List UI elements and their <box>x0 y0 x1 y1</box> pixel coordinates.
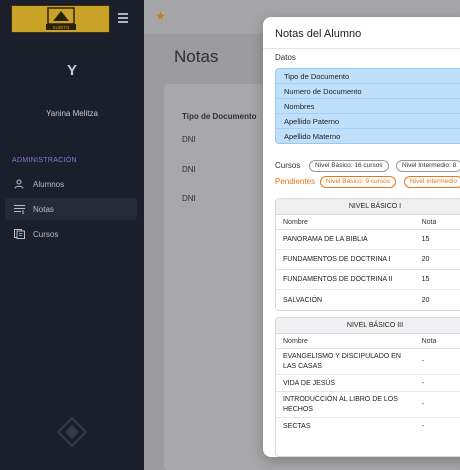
grades-table-nivel-basico-i: NIVEL BÁSICO I Nombre Nota PANORAMA DE L… <box>275 198 460 311</box>
star-icon[interactable]: ★ <box>155 9 166 23</box>
course-grade: - <box>421 357 424 365</box>
cursos-label: Cursos <box>275 161 301 170</box>
logo-emblem-icon: SUBITO <box>45 7 76 30</box>
table-row: PANORAMA DE LA BIBLIA 15 <box>276 230 460 250</box>
table-row: FUNDAMENTOS DE DOCTRINA I 20 <box>276 250 460 270</box>
pendientes-label: Pendientes <box>275 177 316 186</box>
course-name: PANORAMA DE LA BIBLIA <box>283 236 368 243</box>
logo-text: SUBITO <box>52 25 69 30</box>
course-grade: 20 <box>421 256 430 263</box>
sidebar-item-notas[interactable]: Notas <box>5 198 137 220</box>
table-row: FUNDAMENTOS DE DOCTRINA II 15 <box>276 270 460 290</box>
course-grade: 15 <box>421 276 430 283</box>
course-name: FUNDAMENTOS DE DOCTRINA I <box>283 256 391 263</box>
user-avatar-initial: Y <box>66 62 77 79</box>
brand-bar: SUBITO <box>0 0 144 38</box>
sidebar-item-alumnos[interactable]: Alumnos <box>5 173 137 195</box>
table-header-row: Nombre Nota <box>276 215 460 230</box>
course-name: SALVACIÓN <box>283 296 323 304</box>
course-grade: - <box>421 423 424 430</box>
user-icon <box>13 178 25 190</box>
course-name: FUNDAMENTOS DE DOCTRINA II <box>283 276 393 283</box>
course-name: INTRODUCCIÓN AL LIBRO DE LOS HECHOS <box>283 395 398 413</box>
course-grade: 15 <box>421 236 430 243</box>
course-grade: 20 <box>421 296 430 304</box>
page-title: Notas <box>174 47 219 66</box>
column-header-tipo-documento: Tipo de Documento <box>182 112 257 121</box>
sidebar-item-label: Notas <box>33 204 54 214</box>
pendientes-chip-basico[interactable]: Nivel Básico: 9 cursos <box>320 176 396 188</box>
table-row: VIDA DE JESÚS - <box>276 375 460 392</box>
watermark-logo-icon <box>56 416 88 448</box>
cursos-chip-basico[interactable]: Nivel Básico: 16 cursos <box>309 160 389 172</box>
notas-alumno-modal: Notas del Alumno Datos Tipo de Documento… <box>263 17 460 457</box>
modal-title: Notas del Alumno <box>275 28 362 40</box>
column-header-nombre: Nombre <box>283 219 308 226</box>
pendientes-chip-intermedio[interactable]: Nivel Intermedio <box>404 176 460 188</box>
table-title: NIVEL BÁSICO I <box>276 199 460 215</box>
list-icon <box>13 203 25 215</box>
sidebar-item-label: Alumnos <box>33 179 65 189</box>
modal-divider <box>263 48 460 49</box>
datos-list: Tipo de Documento Numero de Documento No… <box>275 68 460 144</box>
table-header-row: Nombre Nota <box>276 334 460 349</box>
user-name: Yanina Melitza <box>46 109 98 118</box>
table-row: SECTAS - <box>276 418 460 435</box>
column-header-nota: Nota <box>421 219 437 226</box>
course-grade: - <box>421 379 424 387</box>
column-header-nombre: Nombre <box>283 338 308 345</box>
table-row: EVANGELISMO Y DISCIPULADO EN LAS CASAS - <box>276 349 460 375</box>
datos-item-tipo-documento: Tipo de Documento <box>276 69 460 84</box>
table-cell-tipo-documento: DNI <box>182 135 196 144</box>
table-cell-tipo-documento: DNI <box>182 194 196 203</box>
table-title: NIVEL BÁSICO III <box>276 318 460 334</box>
hamburger-menu-icon[interactable] <box>118 13 128 23</box>
datos-item-nombres: Nombres <box>276 99 460 114</box>
column-header-nota: Nota <box>421 338 437 345</box>
sidebar-item-cursos[interactable]: Cursos <box>5 223 137 245</box>
section-label-administracion: ADMINISTRACIÓN <box>12 157 77 164</box>
cursos-chip-intermedio[interactable]: Nivel Intermedio: 8 <box>396 160 460 172</box>
datos-label: Datos <box>275 53 296 62</box>
table-cell-tipo-documento: DNI <box>182 165 196 174</box>
course-name: VIDA DE JESÚS <box>283 379 336 387</box>
course-grade: - <box>421 400 424 408</box>
grades-table-nivel-basico-iii: NIVEL BÁSICO III Nombre Nota EVANGELISMO… <box>275 317 460 457</box>
logo[interactable]: SUBITO <box>11 5 110 33</box>
table-row: INTRODUCCIÓN AL LIBRO DE LOS HECHOS - <box>276 392 460 418</box>
table-row: SALVACIÓN 20 <box>276 290 460 310</box>
datos-item-apellido-materno: Apellido Materno <box>284 132 341 141</box>
book-icon <box>13 228 25 240</box>
datos-item-apellido-paterno: Apellido Paterno <box>276 114 460 129</box>
sidebar: SUBITO Y Yanina Melitza ADMINISTRACIÓN A… <box>0 0 144 470</box>
datos-item-numero-documento: Numero de Documento <box>276 84 460 99</box>
course-name: EVANGELISMO Y DISCIPULADO EN LAS CASAS <box>283 352 401 370</box>
sidebar-item-label: Cursos <box>33 229 59 239</box>
course-name: SECTAS <box>283 423 311 430</box>
